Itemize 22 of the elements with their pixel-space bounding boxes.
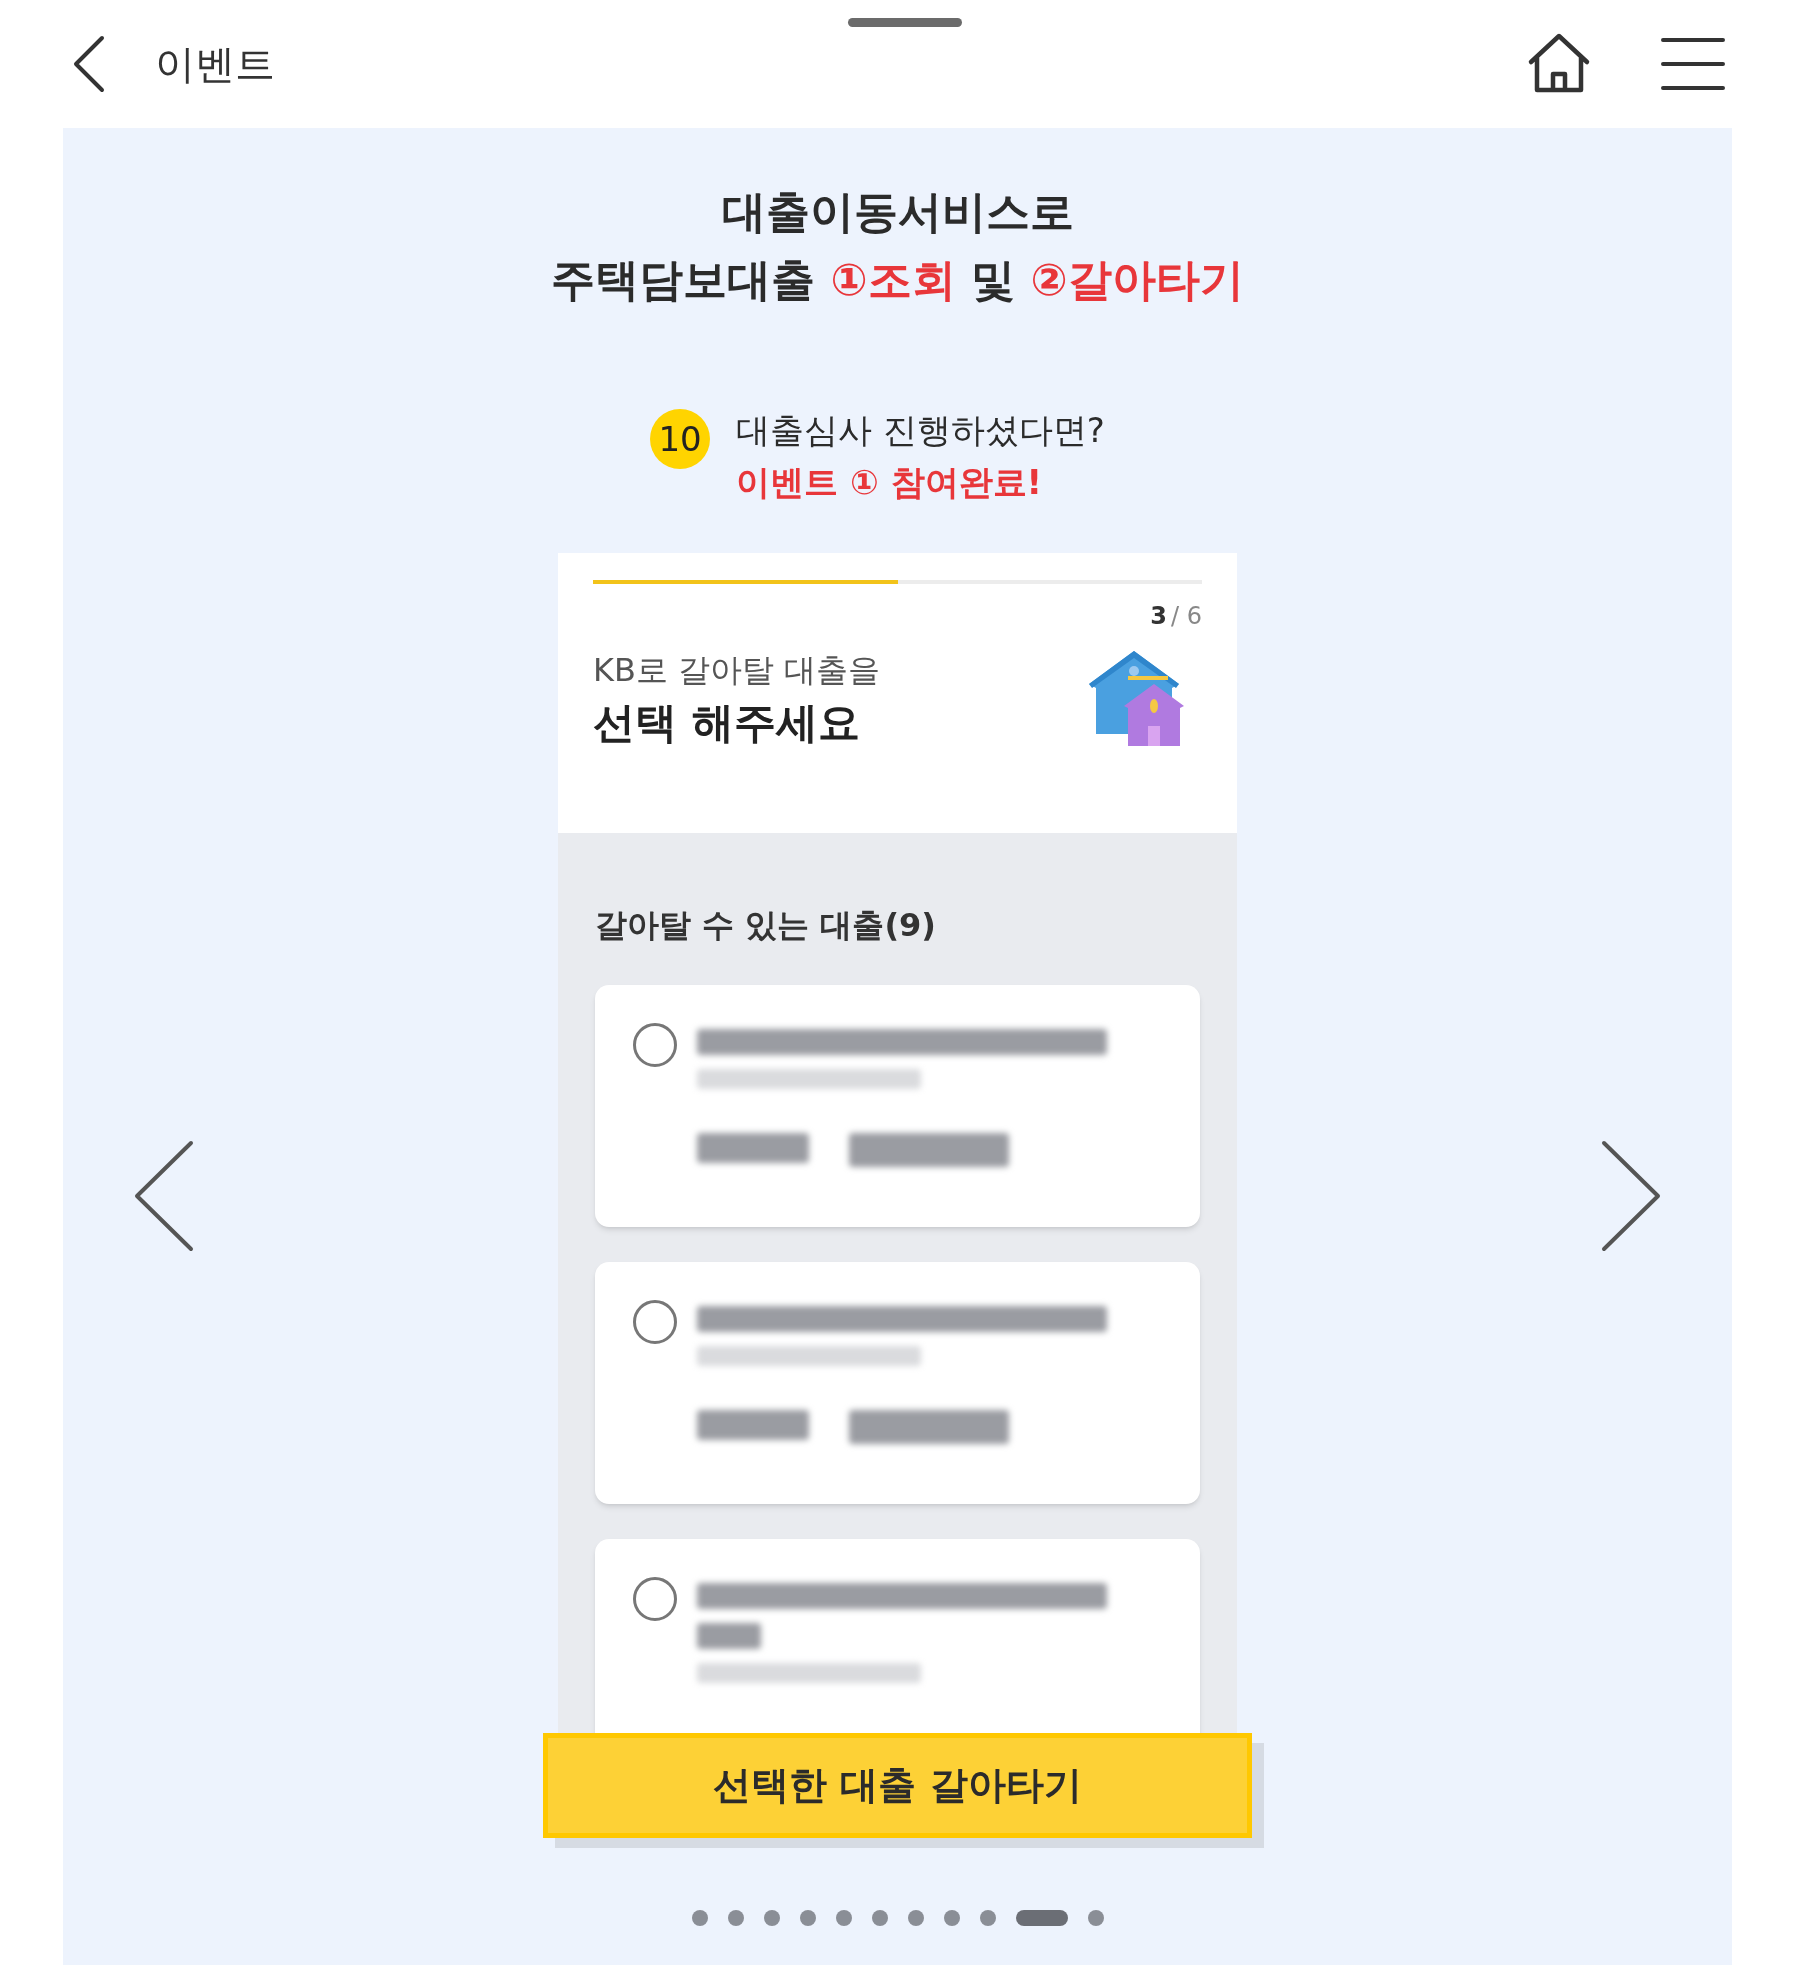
drag-handle[interactable] xyxy=(848,18,962,27)
blurred-text xyxy=(697,1623,761,1649)
radio-button[interactable] xyxy=(633,1577,677,1621)
headline: 대출이동서비스로 xyxy=(721,185,1074,239)
radio-button[interactable] xyxy=(633,1300,677,1344)
subtitle: KB로 갈아탈 대출을 xyxy=(593,650,881,691)
previous-arrow-icon[interactable] xyxy=(133,1139,195,1252)
step-total: / 6 xyxy=(1171,601,1202,632)
list-label: 갈아탈 수 있는 대출(9) xyxy=(595,905,937,946)
step-note: 이벤트 ① 참여완료! xyxy=(736,461,1044,504)
step-badge: 10 xyxy=(650,409,711,469)
title: 선택 해주세요 xyxy=(593,697,861,749)
next-arrow-icon[interactable] xyxy=(1600,1139,1662,1252)
header-title: 이벤트 xyxy=(155,40,275,89)
loan-card[interactable] xyxy=(595,985,1200,1227)
loan-card[interactable] xyxy=(595,1539,1200,1735)
step-text: 대출심사 진행하셨다면? xyxy=(736,409,1105,452)
headline: 주택담보대출 ①조회 및 ②갈아타기 xyxy=(551,253,1244,307)
loan-card[interactable] xyxy=(595,1262,1200,1504)
menu-icon[interactable] xyxy=(1661,36,1725,92)
radio-button[interactable] xyxy=(633,1023,677,1067)
step-current: 3 xyxy=(1150,601,1167,632)
